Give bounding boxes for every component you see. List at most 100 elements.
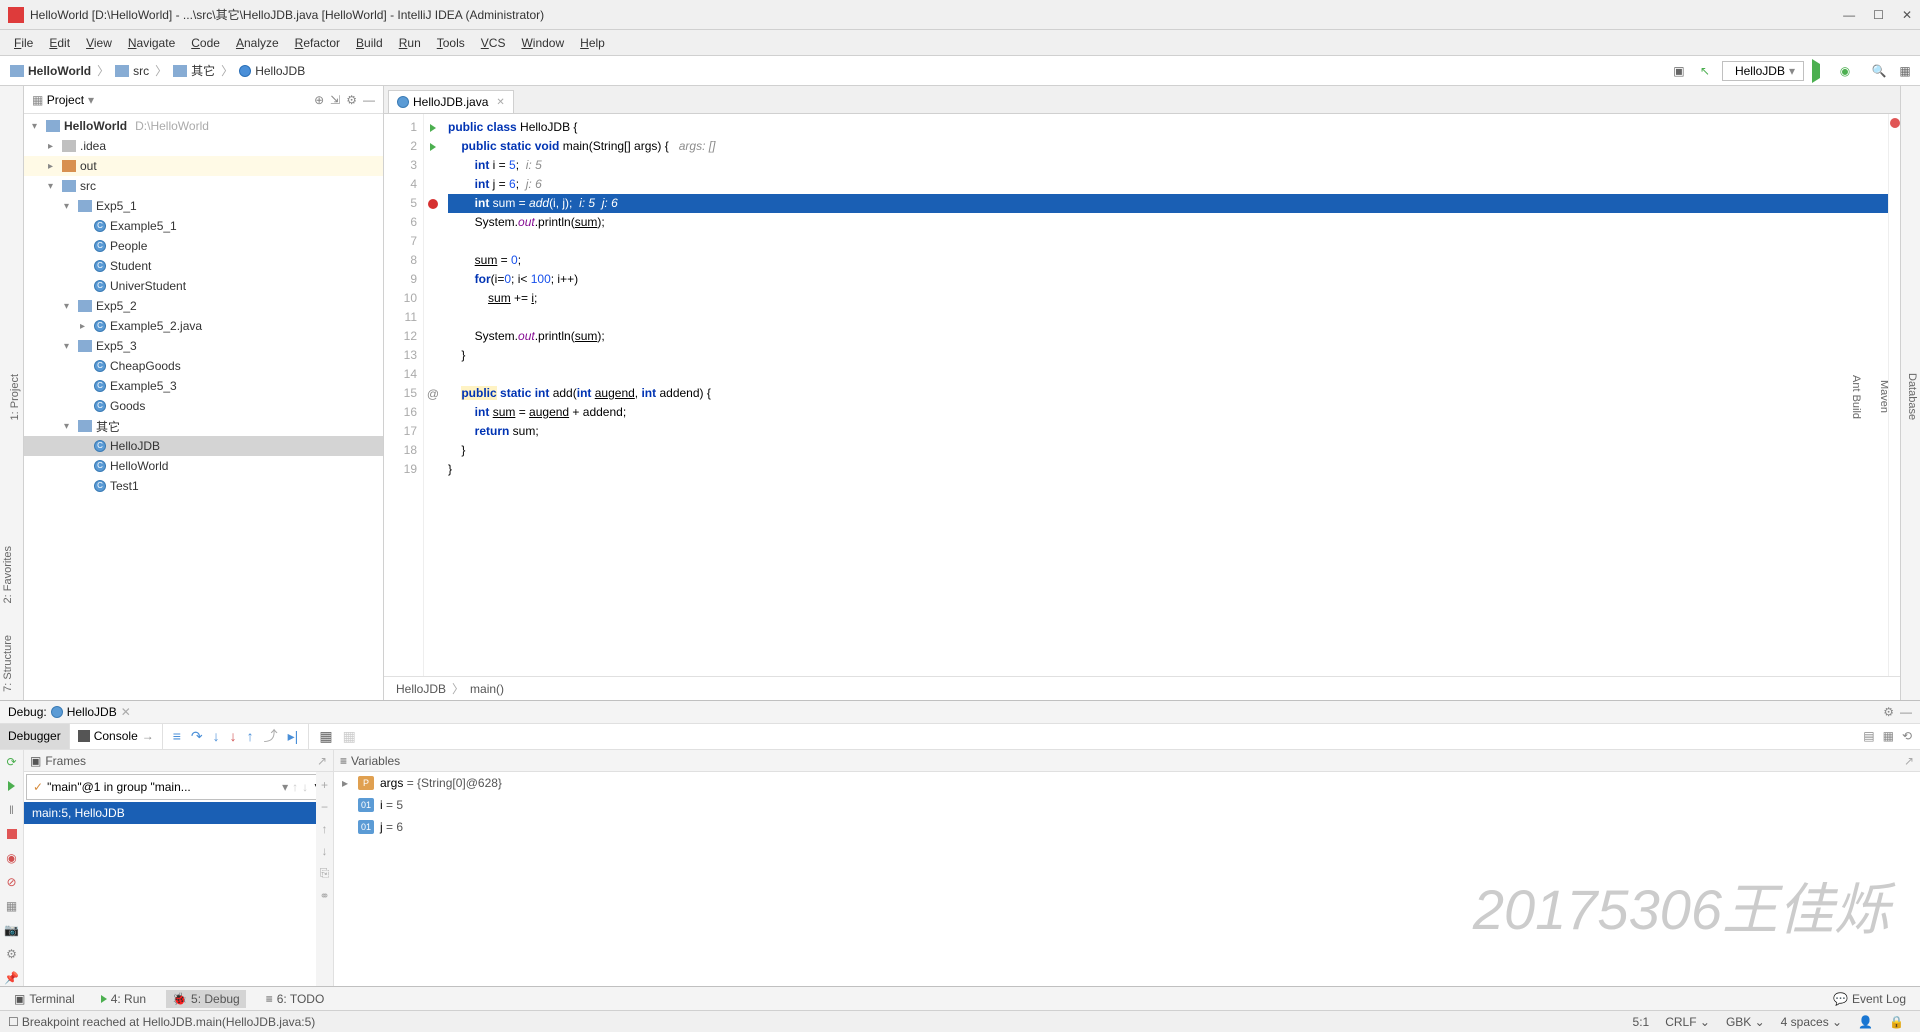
tree-node[interactable]: CStudent — [24, 256, 383, 276]
tool-debug[interactable]: 🐞5: Debug — [166, 990, 246, 1008]
link-icon[interactable]: ⚭ — [319, 889, 329, 903]
step-out-icon[interactable]: ↑ — [247, 728, 254, 744]
project-tree[interactable]: ▾HelloWorldD:\HelloWorld▸.idea▸out▾src▾E… — [24, 114, 383, 700]
menu-view[interactable]: View — [78, 36, 120, 50]
evaluate-icon[interactable]: ▦ — [319, 728, 332, 745]
menu-edit[interactable]: Edit — [41, 36, 78, 50]
remove-watch-icon[interactable]: − — [321, 800, 328, 814]
tool-terminal[interactable]: ▣Terminal — [8, 990, 81, 1008]
snapshot-button[interactable]: 📷 — [4, 922, 20, 938]
editor-tab[interactable]: HelloJDB.java ✕ — [388, 90, 514, 113]
status-icon[interactable]: ☐ — [8, 1015, 19, 1029]
step-over-icon[interactable]: ↷ — [191, 728, 203, 745]
menu-run[interactable]: Run — [391, 36, 429, 50]
tree-node[interactable]: ▾其它 — [24, 416, 383, 436]
tool-project[interactable]: 1: Project — [7, 368, 23, 426]
stack-frame[interactable]: main:5, HelloJDB — [24, 802, 333, 824]
resume-button[interactable] — [4, 778, 20, 794]
line-gutter[interactable]: 12345678910111213141516171819 — [384, 114, 424, 676]
menu-window[interactable]: Window — [513, 36, 572, 50]
tool-todo[interactable]: ≡6: TODO — [260, 990, 331, 1008]
variable-row[interactable]: 01i = 5 — [334, 794, 1920, 816]
tree-node[interactable]: CGoods — [24, 396, 383, 416]
tree-node[interactable]: CExample5_1 — [24, 216, 383, 236]
nav-tool-icon[interactable]: ▣ — [1670, 62, 1688, 80]
inspect-icon[interactable]: 👤 — [1850, 1015, 1881, 1029]
tree-node[interactable]: CUniverStudent — [24, 276, 383, 296]
gear-icon[interactable]: ⚙ — [346, 93, 357, 107]
line-ending[interactable]: CRLF ⌄ — [1657, 1015, 1718, 1029]
menu-vcs[interactable]: VCS — [473, 36, 514, 50]
crumb-class[interactable]: HelloJDB — [396, 682, 446, 696]
variables-list[interactable]: ▸Pargs = {String[0]@628}01i = 501j = 6 — [334, 772, 1920, 838]
lock-icon[interactable]: 🔒 — [1881, 1015, 1912, 1029]
show-exec-point-icon[interactable]: ≡ — [173, 728, 181, 744]
run-config-selector[interactable]: HelloJDB ▾ — [1722, 61, 1804, 81]
menu-refactor[interactable]: Refactor — [287, 36, 348, 50]
restore-icon[interactable]: ↗ — [1904, 754, 1914, 768]
step-into-icon[interactable]: ↓ — [213, 728, 220, 744]
stop-button[interactable] — [4, 826, 20, 842]
tree-node[interactable]: ▾Exp5_1 — [24, 196, 383, 216]
copy-icon[interactable]: ⎘ — [320, 866, 330, 881]
tool-database[interactable]: Database — [1904, 367, 1920, 426]
coverage-button[interactable]: ◉ — [1836, 62, 1854, 80]
tree-node[interactable]: ▾HelloWorldD:\HelloWorld — [24, 116, 383, 136]
pin-button[interactable]: 📌 — [4, 970, 20, 986]
crumb-project[interactable]: HelloWorld — [28, 64, 91, 78]
code-area[interactable]: public class HelloJDB { public static vo… — [442, 114, 1888, 676]
pause-button[interactable]: ‖ — [4, 802, 20, 818]
menu-build[interactable]: Build — [348, 36, 391, 50]
tree-node[interactable]: ▸out — [24, 156, 383, 176]
mute-bp-button[interactable]: ⊘ — [4, 874, 20, 890]
search-icon[interactable]: 🔍 — [1870, 62, 1888, 80]
tree-node[interactable]: CExample5_3 — [24, 376, 383, 396]
nav-back-icon[interactable]: ↖ — [1696, 62, 1714, 80]
down-icon[interactable]: ↓ — [322, 844, 328, 858]
tree-node[interactable]: ▸CExample5_2.java — [24, 316, 383, 336]
add-watch-icon[interactable]: + — [321, 778, 328, 792]
crumb-pkg[interactable]: 其它 — [191, 62, 215, 79]
run-to-cursor-icon[interactable]: ▸| — [288, 728, 299, 745]
close-button[interactable]: ✕ — [1902, 8, 1912, 22]
settings-icon[interactable]: ▦ — [1896, 62, 1914, 80]
gutter-icons[interactable]: @ — [424, 114, 442, 676]
collapse-icon[interactable]: ⇲ — [330, 93, 340, 107]
encoding[interactable]: GBK ⌄ — [1718, 1015, 1773, 1029]
restore-icon[interactable]: ⟲ — [1902, 729, 1912, 743]
settings-button[interactable]: ⚙ — [4, 946, 20, 962]
variable-row[interactable]: ▸Pargs = {String[0]@628} — [334, 772, 1920, 794]
tool-eventlog[interactable]: 💬Event Log — [1827, 990, 1912, 1008]
layout-button[interactable]: ▦ — [4, 898, 20, 914]
error-marker-icon[interactable] — [1890, 118, 1900, 128]
tab-debugger[interactable]: Debugger — [0, 724, 70, 749]
menu-navigate[interactable]: Navigate — [120, 36, 183, 50]
trace-icon[interactable]: ▦ — [343, 728, 356, 745]
layout-icon[interactable]: ▤ — [1863, 729, 1874, 743]
indent[interactable]: 4 spaces ⌄ — [1773, 1015, 1850, 1029]
drop-frame-icon[interactable]: ⤴ — [264, 726, 278, 746]
minimize-button[interactable]: — — [1843, 8, 1855, 22]
run-button[interactable] — [1812, 64, 1820, 78]
hide-icon[interactable]: — — [363, 93, 375, 107]
variable-row[interactable]: 01j = 6 — [334, 816, 1920, 838]
tree-node[interactable]: CTest1 — [24, 476, 383, 496]
tree-node[interactable]: CHelloJDB — [24, 436, 383, 456]
crumb-file[interactable]: HelloJDB — [255, 64, 305, 78]
crumb-src[interactable]: src — [133, 64, 149, 78]
error-stripe[interactable] — [1888, 114, 1900, 676]
breakpoints-button[interactable]: ◉ — [4, 850, 20, 866]
hide-icon[interactable]: — — [1900, 705, 1912, 719]
thread-selector[interactable]: ✓ "main"@1 in group "main... ▾ ↑ ↓ ▼ — [26, 774, 331, 800]
tool-favorites[interactable]: 2: Favorites — [0, 540, 16, 609]
tree-node[interactable]: ▸.idea — [24, 136, 383, 156]
menu-code[interactable]: Code — [183, 36, 228, 50]
tree-node[interactable]: ▾Exp5_2 — [24, 296, 383, 316]
tree-node[interactable]: CHelloWorld — [24, 456, 383, 476]
caret-position[interactable]: 5:1 — [1625, 1015, 1658, 1029]
crumb-method[interactable]: main() — [470, 682, 504, 696]
restore-icon[interactable]: ↗ — [317, 754, 327, 768]
menu-analyze[interactable]: Analyze — [228, 36, 287, 50]
locate-icon[interactable]: ⊕ — [314, 93, 324, 107]
tree-node[interactable]: ▾Exp5_3 — [24, 336, 383, 356]
